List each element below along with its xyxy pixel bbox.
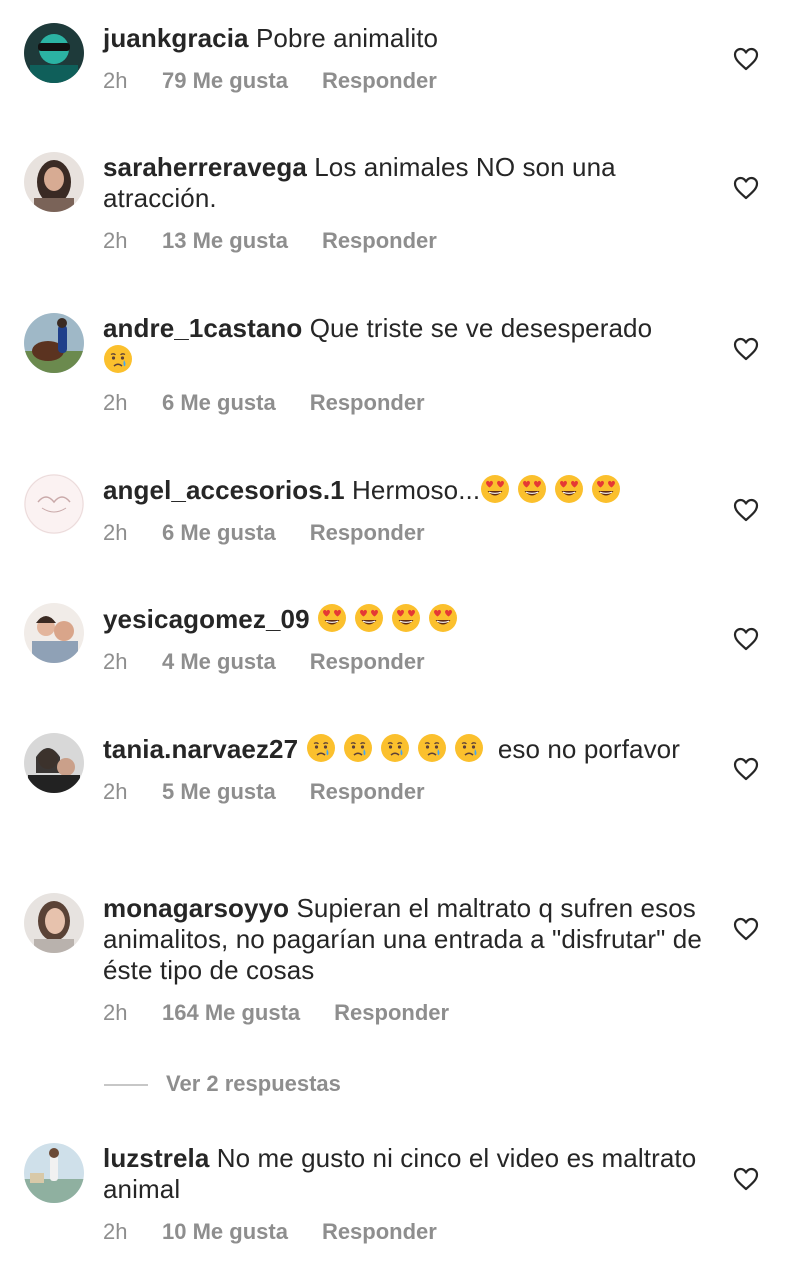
crying-face-icon (454, 734, 483, 762)
heart-eyes-face-icon (391, 604, 420, 632)
comment-body: yesicagomez_09 2h 4 Me gusta Responder (103, 603, 703, 675)
heart-icon[interactable] (733, 498, 759, 522)
emoji-group (306, 734, 491, 764)
heart-eyes-face-icon (428, 604, 457, 632)
comment-meta: 2h 13 Me gusta Responder (103, 228, 703, 254)
comment-username[interactable]: angel_accesorios.1 (103, 475, 345, 505)
comment-time: 2h (103, 1219, 128, 1244)
like-count[interactable]: 164 Me gusta (162, 1000, 300, 1026)
emoji-group (480, 475, 628, 505)
reply-button[interactable]: Responder (310, 390, 425, 415)
reply-button[interactable]: Responder (322, 228, 437, 253)
like-count[interactable]: 10 Me gusta (162, 1219, 288, 1245)
comment-text: monagarsoyyo Supieran el maltrato q sufr… (103, 893, 703, 986)
comment-message: Pobre animalito (255, 23, 439, 53)
comment-text: luzstrela No me gusto ni cinco el video … (103, 1143, 703, 1205)
heart-icon[interactable] (733, 917, 759, 941)
comment-meta: 2h 10 Me gusta Responder (103, 1219, 703, 1245)
avatar[interactable] (24, 152, 84, 212)
comment-text: yesicagomez_09 (103, 603, 703, 635)
reply-button[interactable]: Responder (334, 1000, 449, 1025)
crying-face-icon (104, 345, 132, 373)
comment-message: Hermoso... (352, 475, 481, 505)
heart-icon[interactable] (733, 627, 759, 651)
comment-text: andre_1castano Que triste se ve desesper… (103, 313, 703, 376)
emoji-group (103, 345, 140, 375)
replies-divider (104, 1084, 148, 1087)
emoji-group (317, 604, 465, 634)
reply-button[interactable]: Responder (322, 1219, 437, 1244)
comment-meta: 2h 6 Me gusta Responder (103, 520, 703, 546)
comment-meta: 2h 4 Me gusta Responder (103, 649, 703, 675)
avatar[interactable] (24, 603, 84, 663)
reply-button[interactable]: Responder (310, 520, 425, 545)
comment-body: andre_1castano Que triste se ve desesper… (103, 313, 703, 416)
comment-body: saraherreravega Los animales NO son una … (103, 152, 703, 254)
crying-face-icon (343, 734, 372, 762)
comment-meta: 2h 6 Me gusta Responder (103, 390, 703, 416)
comment-message: Que triste se ve desesperado (309, 313, 653, 343)
comment-meta: 2h 79 Me gusta Responder (103, 68, 703, 94)
crying-face-icon (306, 734, 335, 762)
heart-eyes-face-icon (592, 475, 621, 503)
crying-face-icon (417, 734, 446, 762)
comment-username[interactable]: luzstrela (103, 1143, 209, 1173)
view-replies-label: Ver 2 respuestas (166, 1071, 341, 1096)
view-replies-button[interactable]: Ver 2 respuestas (104, 1071, 341, 1101)
heart-eyes-face-icon (518, 475, 547, 503)
comment-time: 2h (103, 520, 128, 545)
avatar[interactable] (24, 733, 84, 793)
heart-eyes-face-icon (354, 604, 383, 632)
comment-username[interactable]: tania.narvaez27 (103, 734, 298, 764)
heart-eyes-face-icon (555, 475, 584, 503)
heart-eyes-face-icon (317, 604, 346, 632)
comment-time: 2h (103, 390, 128, 415)
comment-body: angel_accesorios.1 Hermoso... 2h 6 Me gus… (103, 474, 703, 546)
comment-username[interactable]: juankgracia (103, 23, 249, 53)
comment-time: 2h (103, 779, 128, 804)
comment-meta: 2h 164 Me gusta Responder (103, 1000, 703, 1026)
reply-button[interactable]: Responder (322, 68, 437, 93)
like-count[interactable]: 6 Me gusta (162, 520, 276, 546)
comment-username[interactable]: saraherreravega (103, 152, 307, 182)
comment-username[interactable]: monagarsoyyo (103, 893, 289, 923)
comment-text: juankgracia Pobre animalito (103, 23, 703, 54)
heart-icon[interactable] (733, 337, 759, 361)
comment-text: angel_accesorios.1 Hermoso... (103, 474, 703, 506)
comment-username[interactable]: andre_1castano (103, 313, 302, 343)
comment-body: juankgracia Pobre animalito 2h 79 Me gust… (103, 23, 703, 94)
comment-text: saraherreravega Los animales NO son una … (103, 152, 703, 214)
comment-text: tania.narvaez27 eso no porfavor (103, 733, 703, 765)
comment-time: 2h (103, 649, 128, 674)
heart-eyes-face-icon (481, 475, 510, 503)
comment-time: 2h (103, 68, 128, 93)
like-count[interactable]: 4 Me gusta (162, 649, 276, 675)
like-count[interactable]: 13 Me gusta (162, 228, 288, 254)
reply-button[interactable]: Responder (310, 779, 425, 804)
reply-button[interactable]: Responder (310, 649, 425, 674)
comment-time: 2h (103, 1000, 128, 1025)
heart-icon[interactable] (733, 176, 759, 200)
comment-body: luzstrela No me gusto ni cinco el video … (103, 1143, 703, 1245)
comment-body: tania.narvaez27 eso no porfavor 2h 5 Me g… (103, 733, 703, 805)
comment-message: eso no porfavor (497, 734, 680, 764)
crying-face-icon (380, 734, 409, 762)
like-count[interactable]: 79 Me gusta (162, 68, 288, 94)
comment-meta: 2h 5 Me gusta Responder (103, 779, 703, 805)
comment-username[interactable]: yesicagomez_09 (103, 604, 310, 634)
avatar[interactable] (24, 23, 84, 83)
avatar[interactable] (24, 474, 84, 534)
heart-icon[interactable] (733, 757, 759, 781)
like-count[interactable]: 6 Me gusta (162, 390, 276, 416)
heart-icon[interactable] (733, 47, 759, 71)
comment-body: monagarsoyyo Supieran el maltrato q sufr… (103, 893, 703, 1026)
heart-icon[interactable] (733, 1167, 759, 1191)
avatar[interactable] (24, 893, 84, 953)
avatar[interactable] (24, 1143, 84, 1203)
comment-time: 2h (103, 228, 128, 253)
like-count[interactable]: 5 Me gusta (162, 779, 276, 805)
avatar[interactable] (24, 313, 84, 373)
